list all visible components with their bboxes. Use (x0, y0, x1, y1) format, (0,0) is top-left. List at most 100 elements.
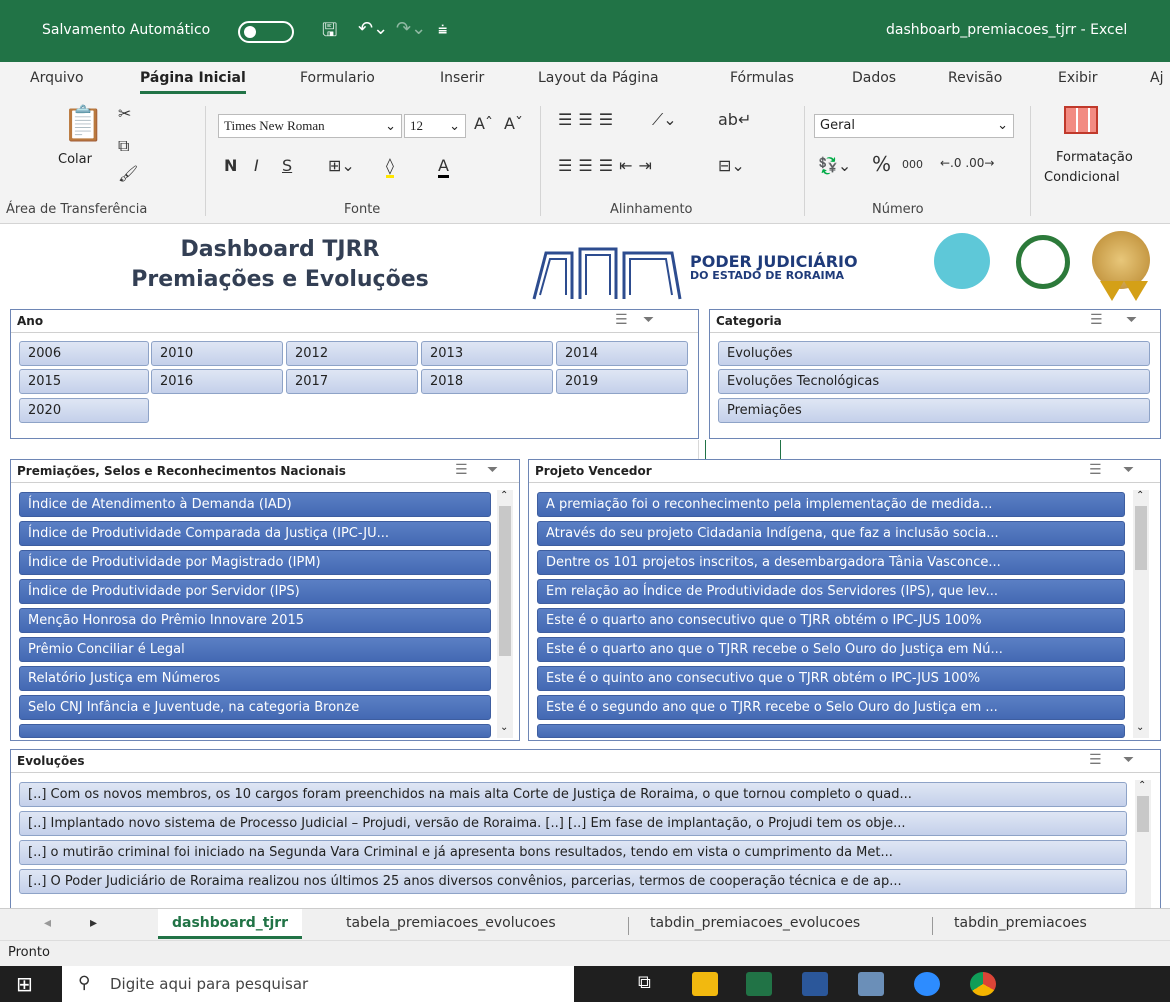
conditional-format-label[interactable]: Formatação (1056, 150, 1133, 165)
scroll-thumb[interactable] (1135, 506, 1147, 570)
wrap-text-icon[interactable]: ab↵ (718, 110, 751, 129)
slicer-item[interactable]: Em relação ao Índice de Produtividade do… (537, 579, 1125, 604)
slicer-item[interactable]: Através do seu projeto Cidadania Indígen… (537, 521, 1125, 546)
scroll-down-icon[interactable]: ⌄ (500, 722, 508, 733)
scroll-down-icon[interactable]: ⌄ (1136, 722, 1144, 733)
slicer-item[interactable]: Índice de Produtividade Comparada da Jus… (19, 521, 491, 546)
scroll-up-icon[interactable]: ⌃ (1136, 490, 1144, 501)
tab-revisao[interactable]: Revisão (948, 70, 1002, 86)
conditional-format-label-2[interactable]: Condicional (1044, 170, 1120, 185)
sheet-tab-tabdin-premiacoes[interactable]: tabdin_premiacoes (954, 915, 1087, 931)
scroll-left-icon[interactable]: ◂ (44, 915, 51, 931)
borders-icon[interactable]: ⊞⌄ (328, 156, 355, 175)
slicer-item[interactable]: 2016 (151, 369, 283, 394)
calculator-icon[interactable] (858, 972, 884, 996)
slicer-item[interactable]: Dentre os 101 projetos inscritos, a dese… (537, 550, 1125, 575)
slicer-item[interactable]: Prêmio Conciliar é Legal (19, 637, 491, 662)
windows-start-icon[interactable]: ⊞ (16, 972, 33, 996)
task-view-icon[interactable]: ⧉ (638, 972, 651, 993)
vertical-align-icons[interactable]: ☰☰☰ (558, 110, 619, 129)
merge-center-icon[interactable]: ⊟⌄ (718, 156, 745, 175)
sheet-tab-tabela[interactable]: tabela_premiacoes_evolucoes (346, 915, 556, 931)
slicer-item[interactable]: Este é o quinto ano consecutivo que o TJ… (537, 666, 1125, 691)
clear-filter-icon[interactable]: ⏷ (1123, 752, 1134, 768)
tab-exibir[interactable]: Exibir (1058, 70, 1098, 86)
clear-filter-icon[interactable]: ⏷ (1123, 462, 1134, 478)
slicer-categoria[interactable]: Categoria ☰ ⏷ Evoluções Evoluções Tecnol… (709, 309, 1161, 439)
sheet-tab-tabdin-evolucoes[interactable]: tabdin_premiacoes_evolucoes (650, 915, 860, 931)
slicer-item[interactable] (537, 724, 1125, 738)
tab-formulas[interactable]: Fórmulas (730, 70, 794, 86)
font-color-icon[interactable]: A (438, 156, 449, 178)
worksheet[interactable]: Dashboard TJRR Premiações e Evoluções PO… (0, 225, 1170, 908)
slicer-item[interactable]: Selo CNJ Infância e Juventude, na catego… (19, 695, 491, 720)
orientation-icon[interactable]: ⟋⌄ (652, 110, 677, 130)
underline-button[interactable]: S (282, 156, 292, 175)
bold-button[interactable]: N (224, 156, 237, 175)
clear-filter-icon[interactable]: ⏷ (1126, 312, 1137, 328)
autosave-toggle[interactable] (238, 21, 294, 43)
slicer-item[interactable]: 2015 (19, 369, 149, 394)
scroll-thumb[interactable] (1137, 796, 1149, 832)
multi-select-icon[interactable]: ☰ (1090, 312, 1103, 328)
slicer-item[interactable]: Menção Honrosa do Prêmio Innovare 2015 (19, 608, 491, 633)
scrollbar[interactable]: ⌃ ⌄ (1133, 490, 1149, 738)
number-format-box[interactable]: Geral ⌄ (814, 114, 1014, 138)
scroll-up-icon[interactable]: ⌃ (500, 490, 508, 501)
tab-formulario[interactable]: Formulario (300, 70, 375, 86)
taskbar-search[interactable]: ⚲ Digite aqui para pesquisar (62, 966, 574, 1002)
slicer-item[interactable]: Evoluções Tecnológicas (718, 369, 1150, 394)
word-icon[interactable] (802, 972, 828, 996)
scrollbar[interactable]: ⌃ (1135, 780, 1151, 908)
clear-filter-icon[interactable]: ⏷ (487, 462, 498, 478)
currency-icon[interactable]: 💱⌄ (818, 156, 851, 175)
slicer-item[interactable]: 2010 (151, 341, 283, 366)
slicer-item[interactable]: Este é o quarto ano consecutivo que o TJ… (537, 608, 1125, 633)
slicer-item[interactable]: 2013 (421, 341, 553, 366)
redo-icon[interactable]: ↷⌄ (396, 18, 426, 39)
slicer-item[interactable]: [..] Com os novos membros, os 10 cargos … (19, 782, 1127, 807)
tab-ajuda[interactable]: Aj (1150, 70, 1163, 86)
paste-label[interactable]: Colar (58, 152, 92, 167)
horizontal-align-icons[interactable]: ☰☰☰⇤⇥ (558, 156, 658, 175)
slicer-item[interactable]: Este é o quarto ano que o TJRR recebe o … (537, 637, 1125, 662)
multi-select-icon[interactable]: ☰ (455, 462, 468, 478)
slicer-item[interactable]: Índice de Produtividade por Magistrado (… (19, 550, 491, 575)
tab-layout[interactable]: Layout da Página (538, 70, 659, 86)
decimal-icons[interactable]: ←.0 .00→ (940, 156, 994, 170)
slicer-item[interactable]: 2020 (19, 398, 149, 423)
slicer-item[interactable] (19, 724, 491, 738)
slicer-item[interactable]: [..] O Poder Judiciário de Roraima reali… (19, 869, 1127, 894)
scroll-thumb[interactable] (499, 506, 511, 656)
slicer-item[interactable]: 2006 (19, 341, 149, 366)
clear-filter-icon[interactable]: ⏷ (643, 312, 654, 328)
slicer-item[interactable]: Este é o segundo ano que o TJRR recebe o… (537, 695, 1125, 720)
multi-select-icon[interactable]: ☰ (1089, 752, 1102, 768)
excel-icon[interactable] (746, 972, 772, 996)
grow-font-icon[interactable]: Aˆ (474, 114, 493, 133)
slicer-item[interactable]: 2018 (421, 369, 553, 394)
slicer-premiacoes[interactable]: Premiações, Selos e Reconhecimentos Naci… (10, 459, 520, 741)
multi-select-icon[interactable]: ☰ (1089, 462, 1102, 478)
font-name-box[interactable]: Times New Roman ⌄ (218, 114, 402, 138)
slicer-item[interactable]: Evoluções (718, 341, 1150, 366)
slicer-item[interactable]: [..] Implantado novo sistema de Processo… (19, 811, 1127, 836)
save-icon[interactable]: 🖫 (322, 18, 337, 48)
slicer-item[interactable]: A premiação foi o reconhecimento pela im… (537, 492, 1125, 517)
chrome-icon[interactable] (970, 972, 996, 996)
customize-qat-icon[interactable]: ⩧ (438, 20, 447, 40)
slicer-item[interactable]: 2014 (556, 341, 688, 366)
slicer-projeto-vencedor[interactable]: Projeto Vencedor ☰ ⏷ A premiação foi o r… (528, 459, 1161, 741)
slicer-item[interactable]: Premiações (718, 398, 1150, 423)
tab-inserir[interactable]: Inserir (440, 70, 484, 86)
slicer-item[interactable]: Índice de Atendimento à Demanda (IAD) (19, 492, 491, 517)
slicer-item[interactable]: 2017 (286, 369, 418, 394)
format-painter-icon[interactable]: 🖌 (118, 164, 138, 183)
conditional-format-icon[interactable] (1064, 106, 1098, 134)
slicer-item[interactable]: 2012 (286, 341, 418, 366)
cut-icon[interactable]: ✂ (118, 104, 131, 123)
slicer-evolucoes[interactable]: Evoluções ☰ ⏷ [..] Com os novos membros,… (10, 749, 1161, 908)
fill-color-icon[interactable]: ◊ (386, 156, 394, 178)
multi-select-icon[interactable]: ☰ (615, 312, 628, 328)
shrink-font-icon[interactable]: Aˇ (504, 114, 523, 133)
